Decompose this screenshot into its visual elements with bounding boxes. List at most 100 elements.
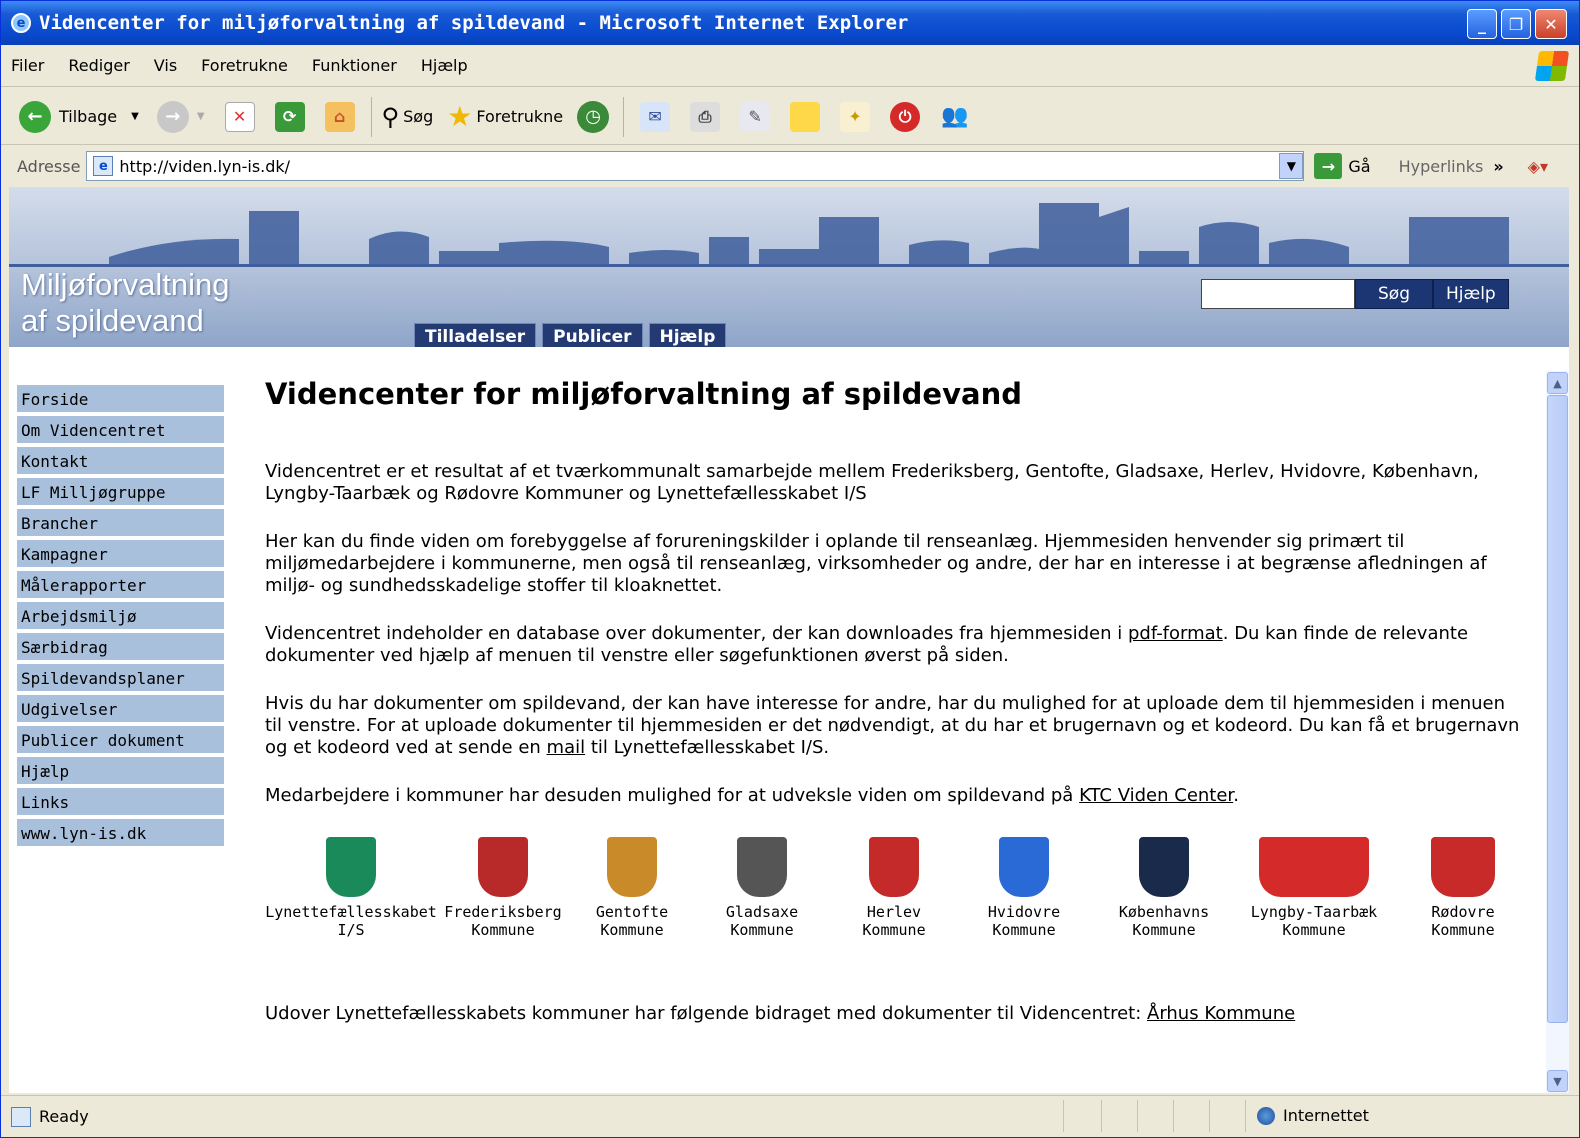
- sidebar-item-lf-miljogruppe[interactable]: LF Milljøgruppe: [17, 478, 224, 509]
- logo-gentofte[interactable]: Gentofte Kommune: [587, 837, 677, 939]
- scroll-down-icon[interactable]: ▼: [1547, 1070, 1568, 1092]
- forward-arrow-icon[interactable]: →: [156, 100, 189, 133]
- logo-lyngby-taarbaek[interactable]: Lyngby-Taarbæk Kommune: [1241, 837, 1387, 939]
- translate-icon[interactable]: ◈▾: [1528, 157, 1548, 176]
- users-icon[interactable]: 👥: [940, 102, 970, 132]
- toolbar-separator: [623, 96, 625, 137]
- status-divider: [1101, 1100, 1102, 1132]
- forward-dropdown-icon[interactable]: ▼: [197, 111, 205, 122]
- favorites-add-icon[interactable]: ✦: [840, 101, 871, 132]
- menu-filer[interactable]: Filer: [11, 56, 44, 75]
- sidebar-item-malerapporter[interactable]: Målerapporter: [17, 571, 224, 602]
- toolbar-separator: [370, 96, 372, 137]
- logo-koebenhavn[interactable]: Københavns Kommune: [1109, 837, 1219, 939]
- roedovre-crest-icon: [1431, 837, 1495, 897]
- history-icon[interactable]: ◷: [577, 100, 610, 133]
- logo-label: Hvidovre: [987, 903, 1061, 921]
- logo-label: Herlev: [866, 903, 922, 921]
- sidebar-item-om-videncentret[interactable]: Om Videncentret: [17, 416, 224, 447]
- edit-icon[interactable]: ✎: [740, 101, 771, 132]
- sidebar-item-links[interactable]: Links: [17, 788, 224, 819]
- lyngby-taarbaek-crest-icon: [1259, 837, 1369, 897]
- window-title: Videncenter for miljøforvaltning af spil…: [39, 12, 909, 34]
- municipality-logos: Lynettefællesskabet I/S Frederiksberg Ko…: [265, 837, 1525, 947]
- sidebar-item-saerbidrag[interactable]: Særbidrag: [17, 633, 224, 664]
- stop-icon[interactable]: ✕: [224, 101, 255, 132]
- messenger-icon[interactable]: ⏻: [890, 101, 921, 132]
- mail-icon[interactable]: ✉: [640, 101, 671, 132]
- notes-icon[interactable]: [790, 101, 821, 132]
- sidebar-nav: Forside Om Videncentret Kontakt LF Millj…: [17, 385, 224, 850]
- koebenhavn-crest-icon: [1139, 837, 1189, 897]
- sidebar-item-forside[interactable]: Forside: [17, 385, 224, 416]
- scroll-up-icon[interactable]: ▲: [1547, 372, 1568, 394]
- sidebar-item-hjaelp[interactable]: Hjælp: [17, 757, 224, 788]
- status-divider: [1063, 1100, 1064, 1132]
- favorites-button[interactable]: Foretrukne: [476, 107, 563, 126]
- pdf-format-link[interactable]: pdf-format: [1128, 623, 1223, 644]
- aarhus-link[interactable]: Århus Kommune: [1147, 1003, 1295, 1024]
- links-button[interactable]: Hyperlinks: [1399, 157, 1484, 176]
- contributors-text: Udover Lynettefællesskabets kommuner har…: [265, 1003, 1147, 1024]
- scroll-thumb[interactable]: [1547, 395, 1568, 1023]
- ktc-paragraph: Medarbejdere i kommuner har desuden muli…: [265, 785, 1525, 807]
- go-button[interactable]: → Gå: [1314, 153, 1371, 179]
- address-input[interactable]: e http://viden.lyn-is.dk/ ▼: [86, 151, 1305, 181]
- sidebar-item-lyn-is[interactable]: www.lyn-is.dk: [17, 819, 224, 850]
- logo-lynettefaellesskabet[interactable]: Lynettefællesskabet I/S: [265, 837, 437, 939]
- logo-hvidovre[interactable]: Hvidovre Kommune: [979, 837, 1069, 939]
- sidebar-item-udgivelser[interactable]: Udgivelser: [17, 695, 224, 726]
- logo-roedovre[interactable]: Rødovre Kommune: [1415, 837, 1511, 939]
- site-tabs: Tilladelser Publicer Hjælp: [414, 323, 732, 347]
- back-arrow-icon[interactable]: ←: [19, 100, 51, 133]
- home-icon[interactable]: ⌂: [324, 101, 355, 132]
- menu-rediger[interactable]: Rediger: [68, 56, 129, 75]
- vertical-scrollbar[interactable]: ▲ ▼: [1546, 371, 1569, 1093]
- address-url[interactable]: http://viden.lyn-is.dk/: [119, 157, 290, 176]
- back-dropdown-icon[interactable]: ▼: [131, 111, 139, 122]
- tab-tilladelser[interactable]: Tilladelser: [414, 323, 537, 347]
- menu-foretrukne[interactable]: Foretrukne: [201, 56, 288, 75]
- menu-vis[interactable]: Vis: [154, 56, 177, 75]
- print-icon[interactable]: ⎙: [690, 101, 721, 132]
- menu-funktioner[interactable]: Funktioner: [312, 56, 397, 75]
- sidebar-item-spildevandsplaner[interactable]: Spildevandsplaner: [17, 664, 224, 695]
- sidebar-item-kampagner[interactable]: Kampagner: [17, 540, 224, 571]
- logo-label: I/S: [337, 921, 365, 939]
- site-search-input[interactable]: [1201, 279, 1355, 309]
- favorites-star-icon[interactable]: ★: [447, 100, 472, 133]
- page-title: Videncenter for miljøforvaltning af spil…: [265, 377, 1022, 411]
- search-icon[interactable]: ⚲: [382, 103, 400, 131]
- minimize-button[interactable]: _: [1467, 9, 1497, 39]
- refresh-icon[interactable]: ⟳: [274, 101, 305, 132]
- mail-link[interactable]: mail: [547, 737, 586, 758]
- lynette-crest-icon: [326, 837, 376, 897]
- close-button[interactable]: ✕: [1535, 9, 1567, 39]
- ktc-link[interactable]: KTC Viden Center: [1079, 785, 1233, 806]
- search-button[interactable]: Søg: [403, 107, 433, 126]
- sidebar-item-kontakt[interactable]: Kontakt: [17, 447, 224, 478]
- site-help-button[interactable]: Hjælp: [1433, 279, 1509, 309]
- logo-label: Kommune: [992, 921, 1056, 939]
- address-dropdown-icon[interactable]: ▼: [1279, 153, 1304, 179]
- sidebar-item-brancher[interactable]: Brancher: [17, 509, 224, 540]
- menu-hjaelp[interactable]: Hjælp: [421, 56, 468, 75]
- sidebar-item-arbejdsmiljo[interactable]: Arbejdsmiljø: [17, 602, 224, 633]
- brand-line-1: Miljøforvaltning: [21, 267, 230, 302]
- ie-logo-icon: e: [11, 13, 31, 33]
- maximize-button[interactable]: ❐: [1501, 9, 1531, 39]
- logo-herlev[interactable]: Herlev Kommune: [849, 837, 939, 939]
- back-button[interactable]: Tilbage: [59, 107, 117, 126]
- tab-hjaelp[interactable]: Hjælp: [648, 323, 727, 347]
- logo-gladsaxe[interactable]: Gladsaxe Kommune: [717, 837, 807, 939]
- skyline-graphic: [9, 203, 1569, 267]
- logo-frederiksberg[interactable]: Frederiksberg Kommune: [443, 837, 563, 939]
- go-arrow-icon: →: [1314, 153, 1343, 179]
- toolbar: ← Tilbage ▼ → ▼ ✕ ⟳ ⌂ ⚲ Søg ★ Foretrukne…: [1, 89, 1579, 145]
- chevron-icon[interactable]: »: [1493, 157, 1503, 176]
- tab-publicer[interactable]: Publicer: [542, 323, 643, 347]
- sidebar-item-publicer-dokument[interactable]: Publicer dokument: [17, 726, 224, 757]
- status-divider: [1173, 1100, 1174, 1132]
- site-search-button[interactable]: Søg: [1355, 279, 1433, 309]
- contributors-note: Udover Lynettefællesskabets kommuner har…: [265, 1003, 1295, 1024]
